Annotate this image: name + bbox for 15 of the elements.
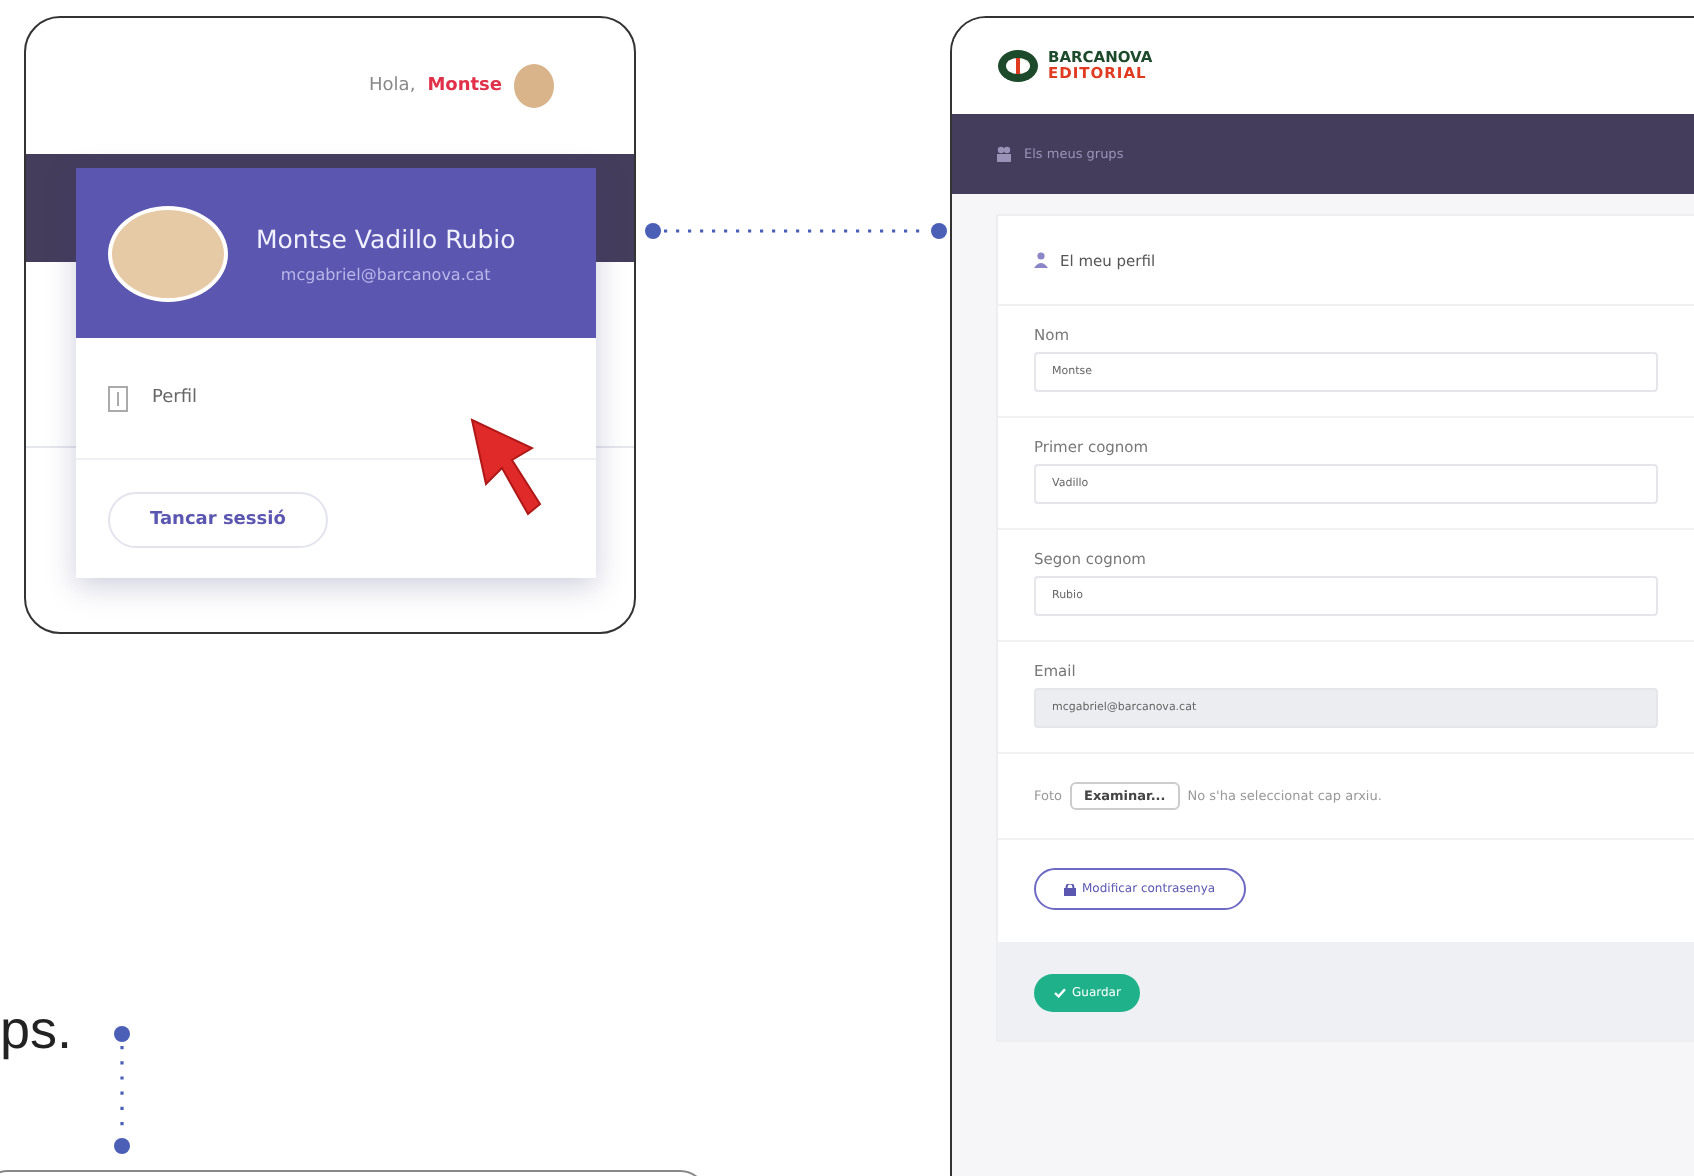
email-text: mcgabriel@barcanova.cat xyxy=(280,265,491,283)
full-name: Montse Vadillo Rubio xyxy=(256,223,516,253)
user-icon xyxy=(1034,252,1048,268)
greeting: Hola, xyxy=(369,76,416,96)
group-icon xyxy=(996,146,1012,162)
connector-line xyxy=(112,1024,132,1156)
logout-button[interactable]: Tancar sessió xyxy=(108,491,328,547)
body-text: ps. xyxy=(0,1000,73,1062)
check-icon xyxy=(1054,988,1066,998)
logo-icon xyxy=(996,48,1040,84)
user-name: Montse xyxy=(427,76,502,96)
document-icon xyxy=(108,385,128,411)
avatar[interactable] xyxy=(514,64,554,108)
lock-icon xyxy=(1064,883,1076,895)
menu-item[interactable]: Perfil xyxy=(152,388,198,408)
